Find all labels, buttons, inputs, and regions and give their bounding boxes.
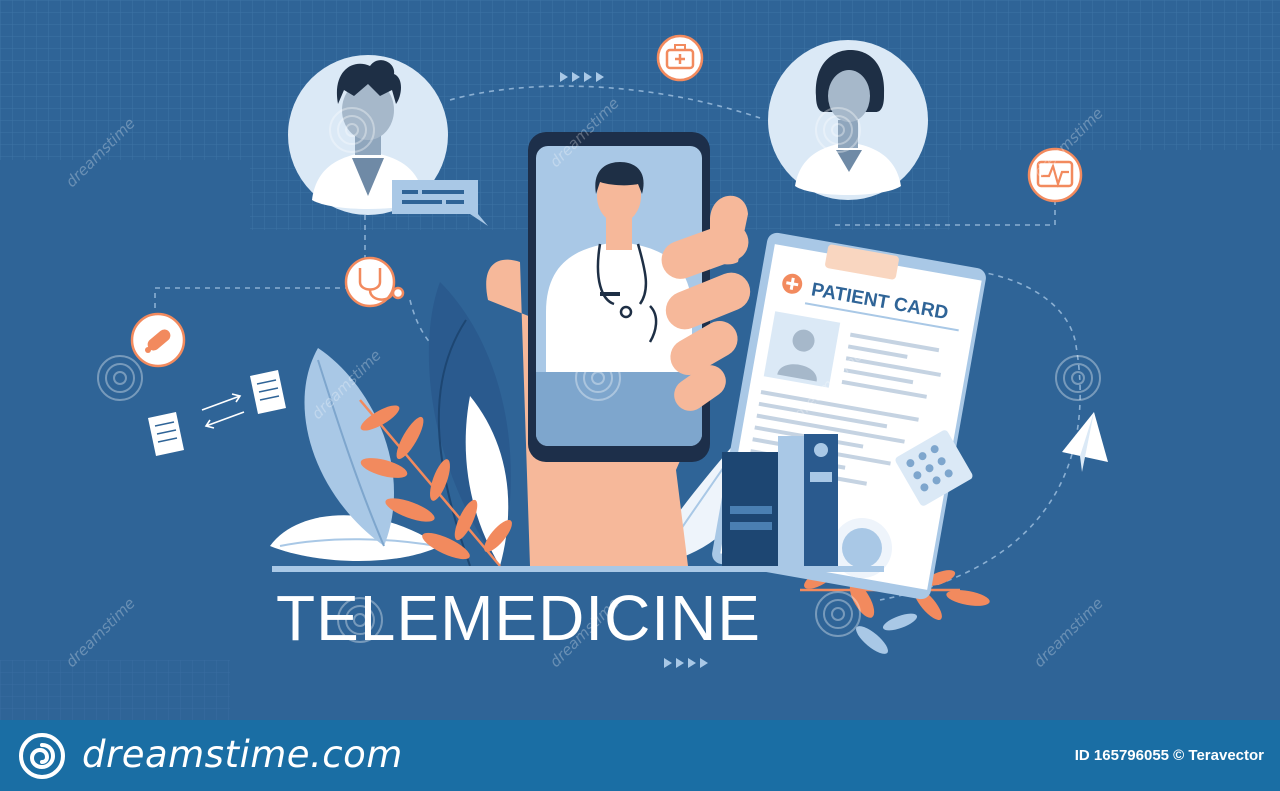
dreamstime-logo-icon [19, 733, 65, 779]
footer-brand: dreamstime.com [82, 733, 403, 776]
shelf-line [272, 566, 884, 572]
first-aid-kit-icon [656, 34, 704, 82]
image-credit: ID 165796055 © Teravector [1074, 747, 1264, 764]
binders [722, 434, 838, 568]
pill-capsule-icon [130, 312, 186, 368]
telemedicine-illustration: PATIENT CARD dreamstime dreamstime dream… [0, 0, 1280, 791]
telemedicine-title: TELEMEDICINE [276, 582, 761, 654]
footer-bar: dreamstime.com ID 165796055 © Teravector [0, 720, 1280, 791]
